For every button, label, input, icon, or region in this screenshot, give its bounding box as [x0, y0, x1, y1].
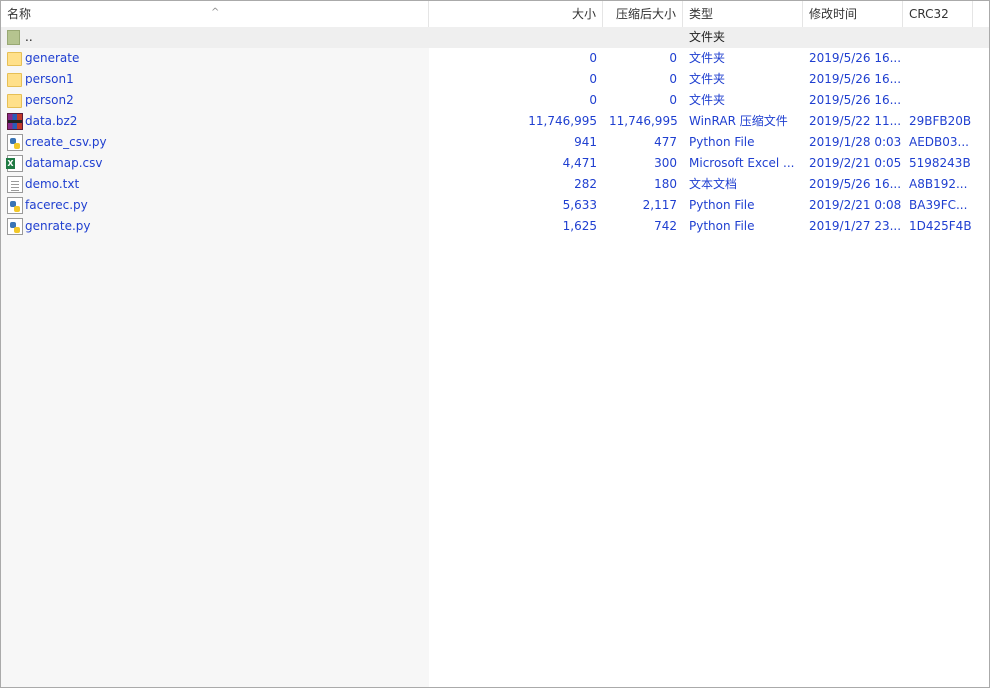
folder-icon	[7, 52, 22, 66]
file-name: ..	[25, 30, 33, 44]
file-modified: 2019/2/21 0:05	[809, 156, 902, 170]
file-name: data.bz2	[25, 114, 78, 128]
file-size: 0	[589, 51, 597, 65]
file-modified: 2019/5/26 16...	[809, 72, 902, 86]
column-header-packed-size[interactable]: 压缩后大小	[603, 1, 683, 27]
python-file-icon	[7, 197, 23, 214]
file-size: 0	[589, 72, 597, 86]
file-size: 11,746,995	[528, 114, 597, 128]
file-crc32	[903, 48, 973, 69]
file-name: person2	[25, 93, 74, 107]
file-modified: 2019/5/26 16...	[809, 93, 902, 107]
file-type: WinRAR 压缩文件	[689, 114, 788, 128]
list-item[interactable]: person2 0 0 文件夹 2019/5/26 16...	[1, 90, 989, 111]
file-name: person1	[25, 72, 74, 86]
list-item[interactable]: facerec.py 5,633 2,117 Python File 2019/…	[1, 195, 989, 216]
file-type: 文本文档	[689, 177, 738, 191]
column-header-bar: 名称 ^ 大小 压缩后大小 类型 修改时间 CRC32	[1, 1, 989, 28]
list-item[interactable]: datamap.csv 4,471 300 Microsoft Excel ..…	[1, 153, 989, 174]
file-type: Python File	[689, 219, 755, 233]
file-size: 4,471	[562, 156, 597, 170]
file-name: datamap.csv	[25, 156, 103, 170]
file-crc32: BA39FC...	[909, 198, 968, 212]
file-packed-size: 0	[669, 51, 677, 65]
file-modified: 2019/1/27 23...	[809, 219, 902, 233]
file-name: generate	[25, 51, 80, 65]
file-size: 282	[574, 177, 597, 191]
file-crc32: AEDB03...	[909, 135, 969, 149]
file-packed-size: 2,117	[642, 198, 677, 212]
file-name: genrate.py	[25, 219, 91, 233]
file-name: facerec.py	[25, 198, 88, 212]
column-header-crc32[interactable]: CRC32	[903, 1, 973, 27]
file-packed-size: 742	[654, 219, 677, 233]
file-packed-size: 11,746,995	[609, 114, 678, 128]
file-packed-size: 0	[669, 93, 677, 107]
file-type: Python File	[689, 198, 755, 212]
folder-icon	[7, 73, 22, 87]
python-file-icon	[7, 134, 23, 151]
file-modified: 2019/5/22 11...	[809, 114, 902, 128]
parent-folder-icon	[7, 30, 20, 45]
list-item[interactable]: genrate.py 1,625 742 Python File 2019/1/…	[1, 216, 989, 237]
file-packed-size: 0	[669, 72, 677, 86]
file-size: 5,633	[562, 198, 597, 212]
file-size: 1,625	[562, 219, 597, 233]
list-item[interactable]: create_csv.py 941 477 Python File 2019/1…	[1, 132, 989, 153]
list-item[interactable]: person1 0 0 文件夹 2019/5/26 16...	[1, 69, 989, 90]
file-crc32: 5198243B	[909, 156, 971, 170]
file-type: Python File	[689, 135, 755, 149]
file-size: 941	[574, 135, 597, 149]
winrar-archive-icon	[7, 113, 23, 130]
file-modified: 2019/5/26 16...	[809, 51, 902, 65]
file-modified: 2019/1/28 0:03	[809, 135, 902, 149]
column-header-size[interactable]: 大小	[429, 1, 603, 27]
file-packed-size	[603, 27, 683, 48]
text-file-icon	[7, 176, 23, 193]
column-header-name-label: 名称	[7, 7, 32, 21]
file-size	[429, 27, 603, 48]
file-packed-size: 477	[654, 135, 677, 149]
file-crc32	[903, 27, 973, 48]
folder-icon	[7, 94, 22, 108]
archive-file-list-window: 名称 ^ 大小 压缩后大小 类型 修改时间 CRC32 .. 文件夹 gener…	[0, 0, 990, 688]
file-type: 文件夹	[689, 51, 726, 65]
file-modified: 2019/5/26 16...	[809, 177, 902, 191]
list-item[interactable]: generate 0 0 文件夹 2019/5/26 16...	[1, 48, 989, 69]
file-crc32: 1D425F4B	[909, 219, 972, 233]
file-list: .. 文件夹 generate 0 0 文件夹 2019/5/26 16... …	[1, 27, 989, 237]
file-name: create_csv.py	[25, 135, 107, 149]
list-item-parent-folder[interactable]: .. 文件夹	[1, 27, 989, 48]
file-crc32	[903, 90, 973, 111]
column-header-name[interactable]: 名称 ^	[1, 1, 429, 27]
file-modified	[803, 27, 903, 48]
sort-ascending-icon: ^	[211, 7, 220, 18]
file-crc32: 29BFB20B	[909, 114, 972, 128]
file-type: 文件夹	[689, 72, 726, 86]
file-type: 文件夹	[689, 93, 726, 107]
column-header-modified[interactable]: 修改时间	[803, 1, 903, 27]
file-size: 0	[589, 93, 597, 107]
file-crc32: A8B192...	[909, 177, 968, 191]
excel-file-icon	[6, 155, 23, 172]
list-item[interactable]: data.bz2 11,746,995 11,746,995 WinRAR 压缩…	[1, 111, 989, 132]
file-packed-size: 300	[654, 156, 677, 170]
file-name: demo.txt	[25, 177, 80, 191]
python-file-icon	[7, 218, 23, 235]
list-item[interactable]: demo.txt 282 180 文本文档 2019/5/26 16... A8…	[1, 174, 989, 195]
file-type: 文件夹	[689, 30, 726, 44]
file-type: Microsoft Excel ...	[689, 156, 795, 170]
file-modified: 2019/2/21 0:08	[809, 198, 902, 212]
column-header-type[interactable]: 类型	[683, 1, 803, 27]
file-packed-size: 180	[654, 177, 677, 191]
file-crc32	[903, 69, 973, 90]
